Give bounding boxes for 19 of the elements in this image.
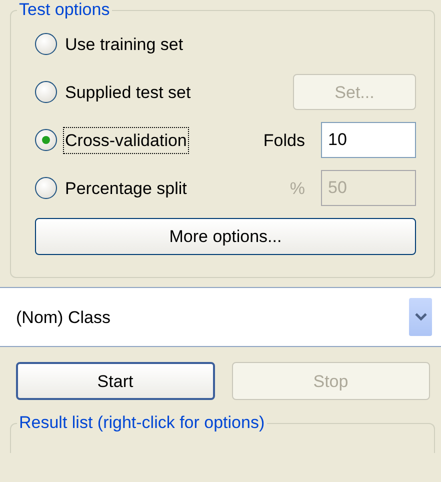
field-label: Folds [263, 130, 305, 152]
option-label: Use training set [64, 34, 184, 56]
radio-button[interactable] [35, 81, 57, 104]
field-label: % [290, 178, 305, 200]
class-dropdown[interactable]: (Nom) Class [0, 287, 441, 348]
option-label: Percentage split [64, 178, 188, 200]
more-options-button[interactable]: More options... [35, 218, 416, 256]
group-title: Result list (right-click for options) [18, 413, 266, 434]
radio-button[interactable] [35, 177, 57, 200]
option-label: Supplied test set [64, 82, 192, 104]
dropdown-arrow-button[interactable] [409, 298, 432, 336]
group-title: Test options [18, 0, 111, 20]
input-field[interactable]: 10 [321, 122, 416, 158]
chevron-down-icon [414, 313, 426, 322]
radio-button[interactable] [35, 33, 57, 56]
action-button[interactable]: Start [16, 362, 214, 400]
radio-button[interactable] [35, 129, 57, 152]
dropdown-value: (Nom) Class [16, 306, 110, 329]
option-label: Cross-validation [63, 126, 189, 154]
